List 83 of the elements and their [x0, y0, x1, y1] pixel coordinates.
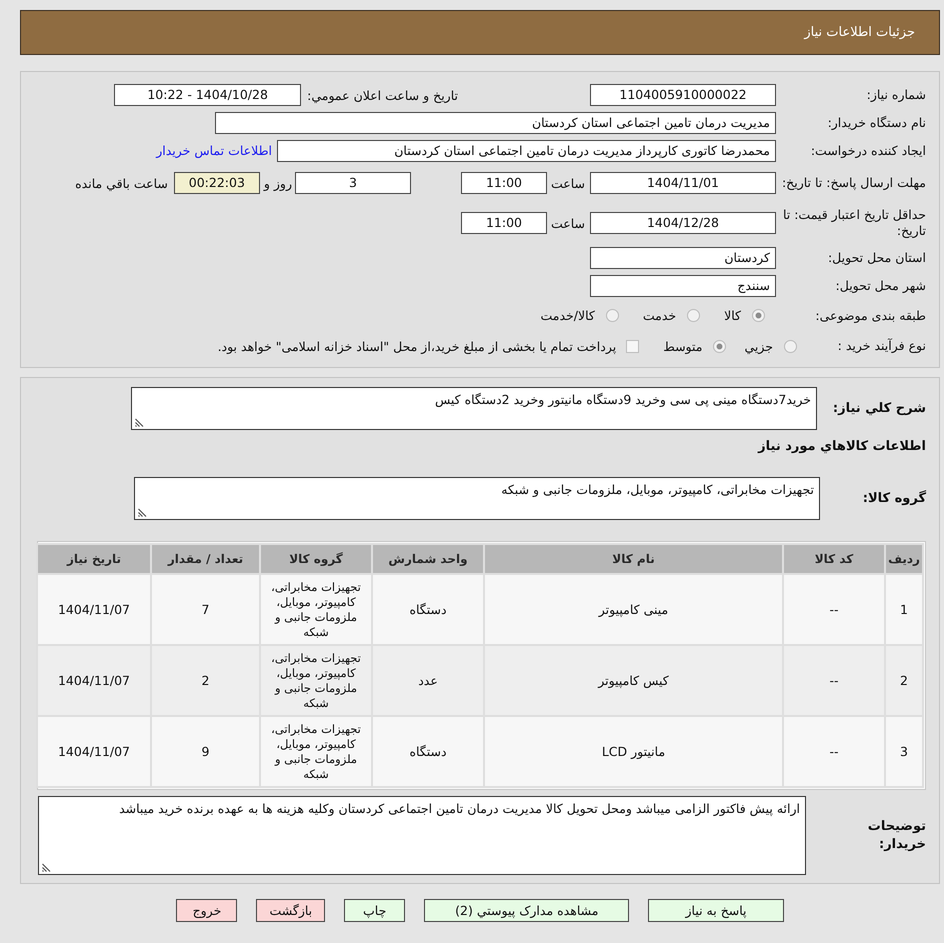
radio-icon[interactable]	[713, 340, 726, 352]
need-number-label: شماره نیاز:	[866, 87, 926, 103]
back-button[interactable]: بازگشت	[256, 899, 326, 922]
table-cell: دستگاه	[373, 575, 483, 644]
table-cell: تجهیزات مخابراتی، کامپیوتر، موبایل، ملزومات جانبی و شبکه	[261, 575, 371, 644]
table-cell: 1	[886, 575, 922, 644]
requester-label: ایجاد کننده درخواست:	[810, 142, 926, 158]
remaining-time-label: ساعت باقي مانده	[75, 176, 168, 190]
table-cell: 7	[152, 575, 259, 644]
table-cell: تجهیزات مخابراتی، کامپیوتر، موبایل، ملزومات جانبی و شبکه	[261, 717, 371, 786]
radio-icon[interactable]	[752, 309, 765, 322]
buyer-notes-label: توضیحات خریدار:	[866, 818, 926, 854]
table-cell: 1404/11/07	[38, 717, 150, 786]
column-header: نام کالا	[485, 545, 782, 573]
announcement-datetime-field[interactable]: 1404/10/28 - 10:22	[114, 84, 302, 106]
delivery-province-field[interactable]: کردستان	[590, 247, 776, 269]
page-title: جزئیات اطلاعات نیاز	[804, 25, 915, 40]
table-cell: تجهیزات مخابراتی، کامپیوتر، موبایل، ملزومات جانبی و شبکه	[261, 646, 371, 715]
column-header: تاریخ نیاز	[38, 545, 150, 573]
resize-grip-icon[interactable]	[138, 508, 147, 517]
remaining-time-field[interactable]: 00:22:03	[174, 172, 260, 194]
goods-group-field[interactable]: تجهیزات مخابراتی، کامپیوتر، موبایل، ملزومات جانبی و شبکه	[134, 477, 820, 520]
purchase-process-radio[interactable]: متوسط	[663, 338, 726, 354]
column-header: گروه کالا	[261, 545, 371, 573]
table-cell: 3	[886, 717, 922, 786]
purchase-process-radio[interactable]: جزيي	[744, 338, 797, 354]
goods-section-heading: اطلاعات کالاهاي مورد نیاز	[756, 438, 926, 456]
reply-deadline-time-field[interactable]: 11:00	[460, 172, 547, 194]
radio-icon[interactable]	[606, 309, 619, 322]
checkbox-icon[interactable]	[626, 340, 640, 352]
announcement-label: تاریخ و ساعت اعلان عمومي:	[307, 88, 458, 102]
column-header: واحد شمارش	[373, 545, 483, 573]
table-cell: 9	[152, 717, 259, 786]
purchase-process-label: نوع فرآیند خرید :	[836, 338, 926, 354]
subject-category-radio[interactable]: خدمت	[642, 308, 700, 323]
table-cell: 1404/11/07	[38, 646, 150, 715]
buyer-notes-field[interactable]: ارائه پیش فاکتور الزامی میباشد ومحل تحویل کالا مدیریت درمان تامین اجتماعی کردستان وکلیه هزینه ها به عهده برنده خرید میباشد	[38, 796, 806, 875]
reply-button[interactable]: پاسخ به نیاز	[648, 899, 784, 922]
table-cell: --	[784, 575, 884, 644]
subject-category-radio[interactable]: کالا/خدمت	[540, 308, 619, 323]
time-label: ساعت	[550, 176, 585, 190]
table-cell: دستگاه	[373, 717, 483, 786]
description-field[interactable]: خرید7دستگاه مینی پی سی وخرید 9دستگاه مانیتور وخرید 2دستگاه کیس	[131, 387, 817, 430]
need-number-field[interactable]: 1104005910000022	[590, 84, 776, 106]
column-header: کد کالا	[784, 545, 884, 573]
table-cell: کیس کامپیوتر	[485, 646, 782, 715]
table-cell: مانیتور LCD	[485, 717, 782, 786]
delivery-province-label: استان محل تحویل:	[826, 250, 926, 266]
exit-button[interactable]: خروج	[176, 899, 238, 922]
subject-category-label: طبقه بندی موضوعی:	[814, 308, 926, 324]
buyer-contact-link[interactable]: اطلاعات تماس خریدار	[156, 143, 272, 158]
column-header: ردیف	[886, 545, 922, 573]
price-validity-label: حداقل تاریخ اعتبار قیمت: تا تاریخ:	[782, 207, 926, 239]
buyer-org-field[interactable]: مدیریت درمان تامین اجتماعی استان کردستان	[215, 112, 776, 134]
days-field[interactable]: 3	[294, 172, 411, 194]
requester-field[interactable]: محمدرضا کاتوری کارپرداز مدیریت درمان تامین اجتماعی استان کردستان	[277, 140, 776, 162]
radio-icon[interactable]	[784, 340, 797, 352]
goods-group-label: گروه کالا:	[862, 490, 926, 508]
subject-category-radio[interactable]: کالا	[724, 308, 765, 323]
radio-icon[interactable]	[687, 309, 700, 322]
print-button[interactable]: چاپ	[344, 899, 406, 922]
table-cell: --	[784, 646, 884, 715]
treasury-payment-checkbox[interactable]: پرداخت تمام یا بخشی از مبلغ خرید،از محل "اسناد خزانه اسلامی" خواهد بود.	[218, 338, 640, 354]
attachments-button[interactable]: مشاهده مدارک پیوستي (2)	[424, 899, 630, 922]
table-cell: 2	[152, 646, 259, 715]
resize-grip-icon[interactable]	[135, 418, 144, 427]
table-cell: --	[784, 717, 884, 786]
column-header: تعداد / مقدار	[152, 545, 259, 573]
table-cell: 1404/11/07	[38, 575, 150, 644]
buyer-org-label: نام دستگاه خریدار:	[826, 115, 926, 131]
table-cell: 2	[886, 646, 922, 715]
table-cell: عدد	[373, 646, 483, 715]
price-validity-date-field[interactable]: 1404/12/28	[590, 212, 776, 234]
time-label: ساعت	[550, 216, 585, 230]
resize-grip-icon[interactable]	[42, 863, 51, 872]
delivery-city-field[interactable]: سنندج	[590, 275, 776, 297]
delivery-city-label: شهر محل تحویل:	[834, 278, 926, 294]
price-validity-time-field[interactable]: 11:00	[460, 212, 547, 234]
description-label: شرح کلي نیاز:	[832, 400, 926, 418]
reply-deadline-label: مهلت ارسال پاسخ: تا تاریخ:	[780, 175, 926, 191]
table-cell: مینی کامپیوتر	[485, 575, 782, 644]
reply-deadline-date-field[interactable]: 1404/11/01	[590, 172, 776, 194]
days-label: روز و	[264, 176, 292, 190]
